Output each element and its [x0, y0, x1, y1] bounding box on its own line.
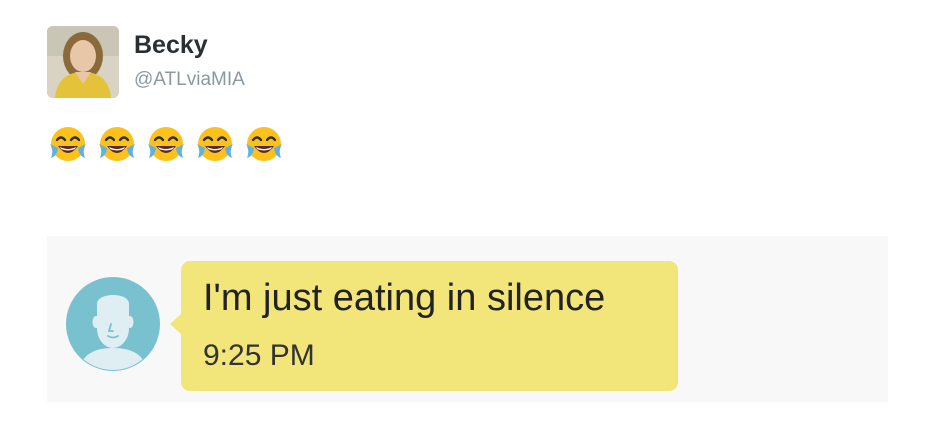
attached-image[interactable]: I'm just eating in silence 9:25 PM	[47, 236, 888, 402]
message-text: I'm just eating in silence	[203, 277, 606, 319]
face-with-tears-of-joy-icon	[244, 124, 284, 164]
face-with-tears-of-joy-icon	[195, 124, 235, 164]
profile-photo-icon	[47, 26, 119, 98]
default-person-icon	[66, 277, 160, 371]
face-with-tears-of-joy-icon	[146, 124, 186, 164]
message-timestamp: 9:25 PM	[203, 339, 315, 372]
tweet-text	[48, 124, 284, 164]
display-name[interactable]: Becky	[134, 33, 208, 58]
user-handle[interactable]: @ATLviaMIA	[134, 70, 245, 89]
face-with-tears-of-joy-icon	[97, 124, 137, 164]
bubble-tail	[170, 313, 182, 335]
contact-avatar	[65, 276, 161, 372]
message-bubble: I'm just eating in silence 9:25 PM	[170, 261, 678, 391]
face-with-tears-of-joy-icon	[48, 124, 88, 164]
profile-avatar[interactable]	[47, 26, 119, 98]
